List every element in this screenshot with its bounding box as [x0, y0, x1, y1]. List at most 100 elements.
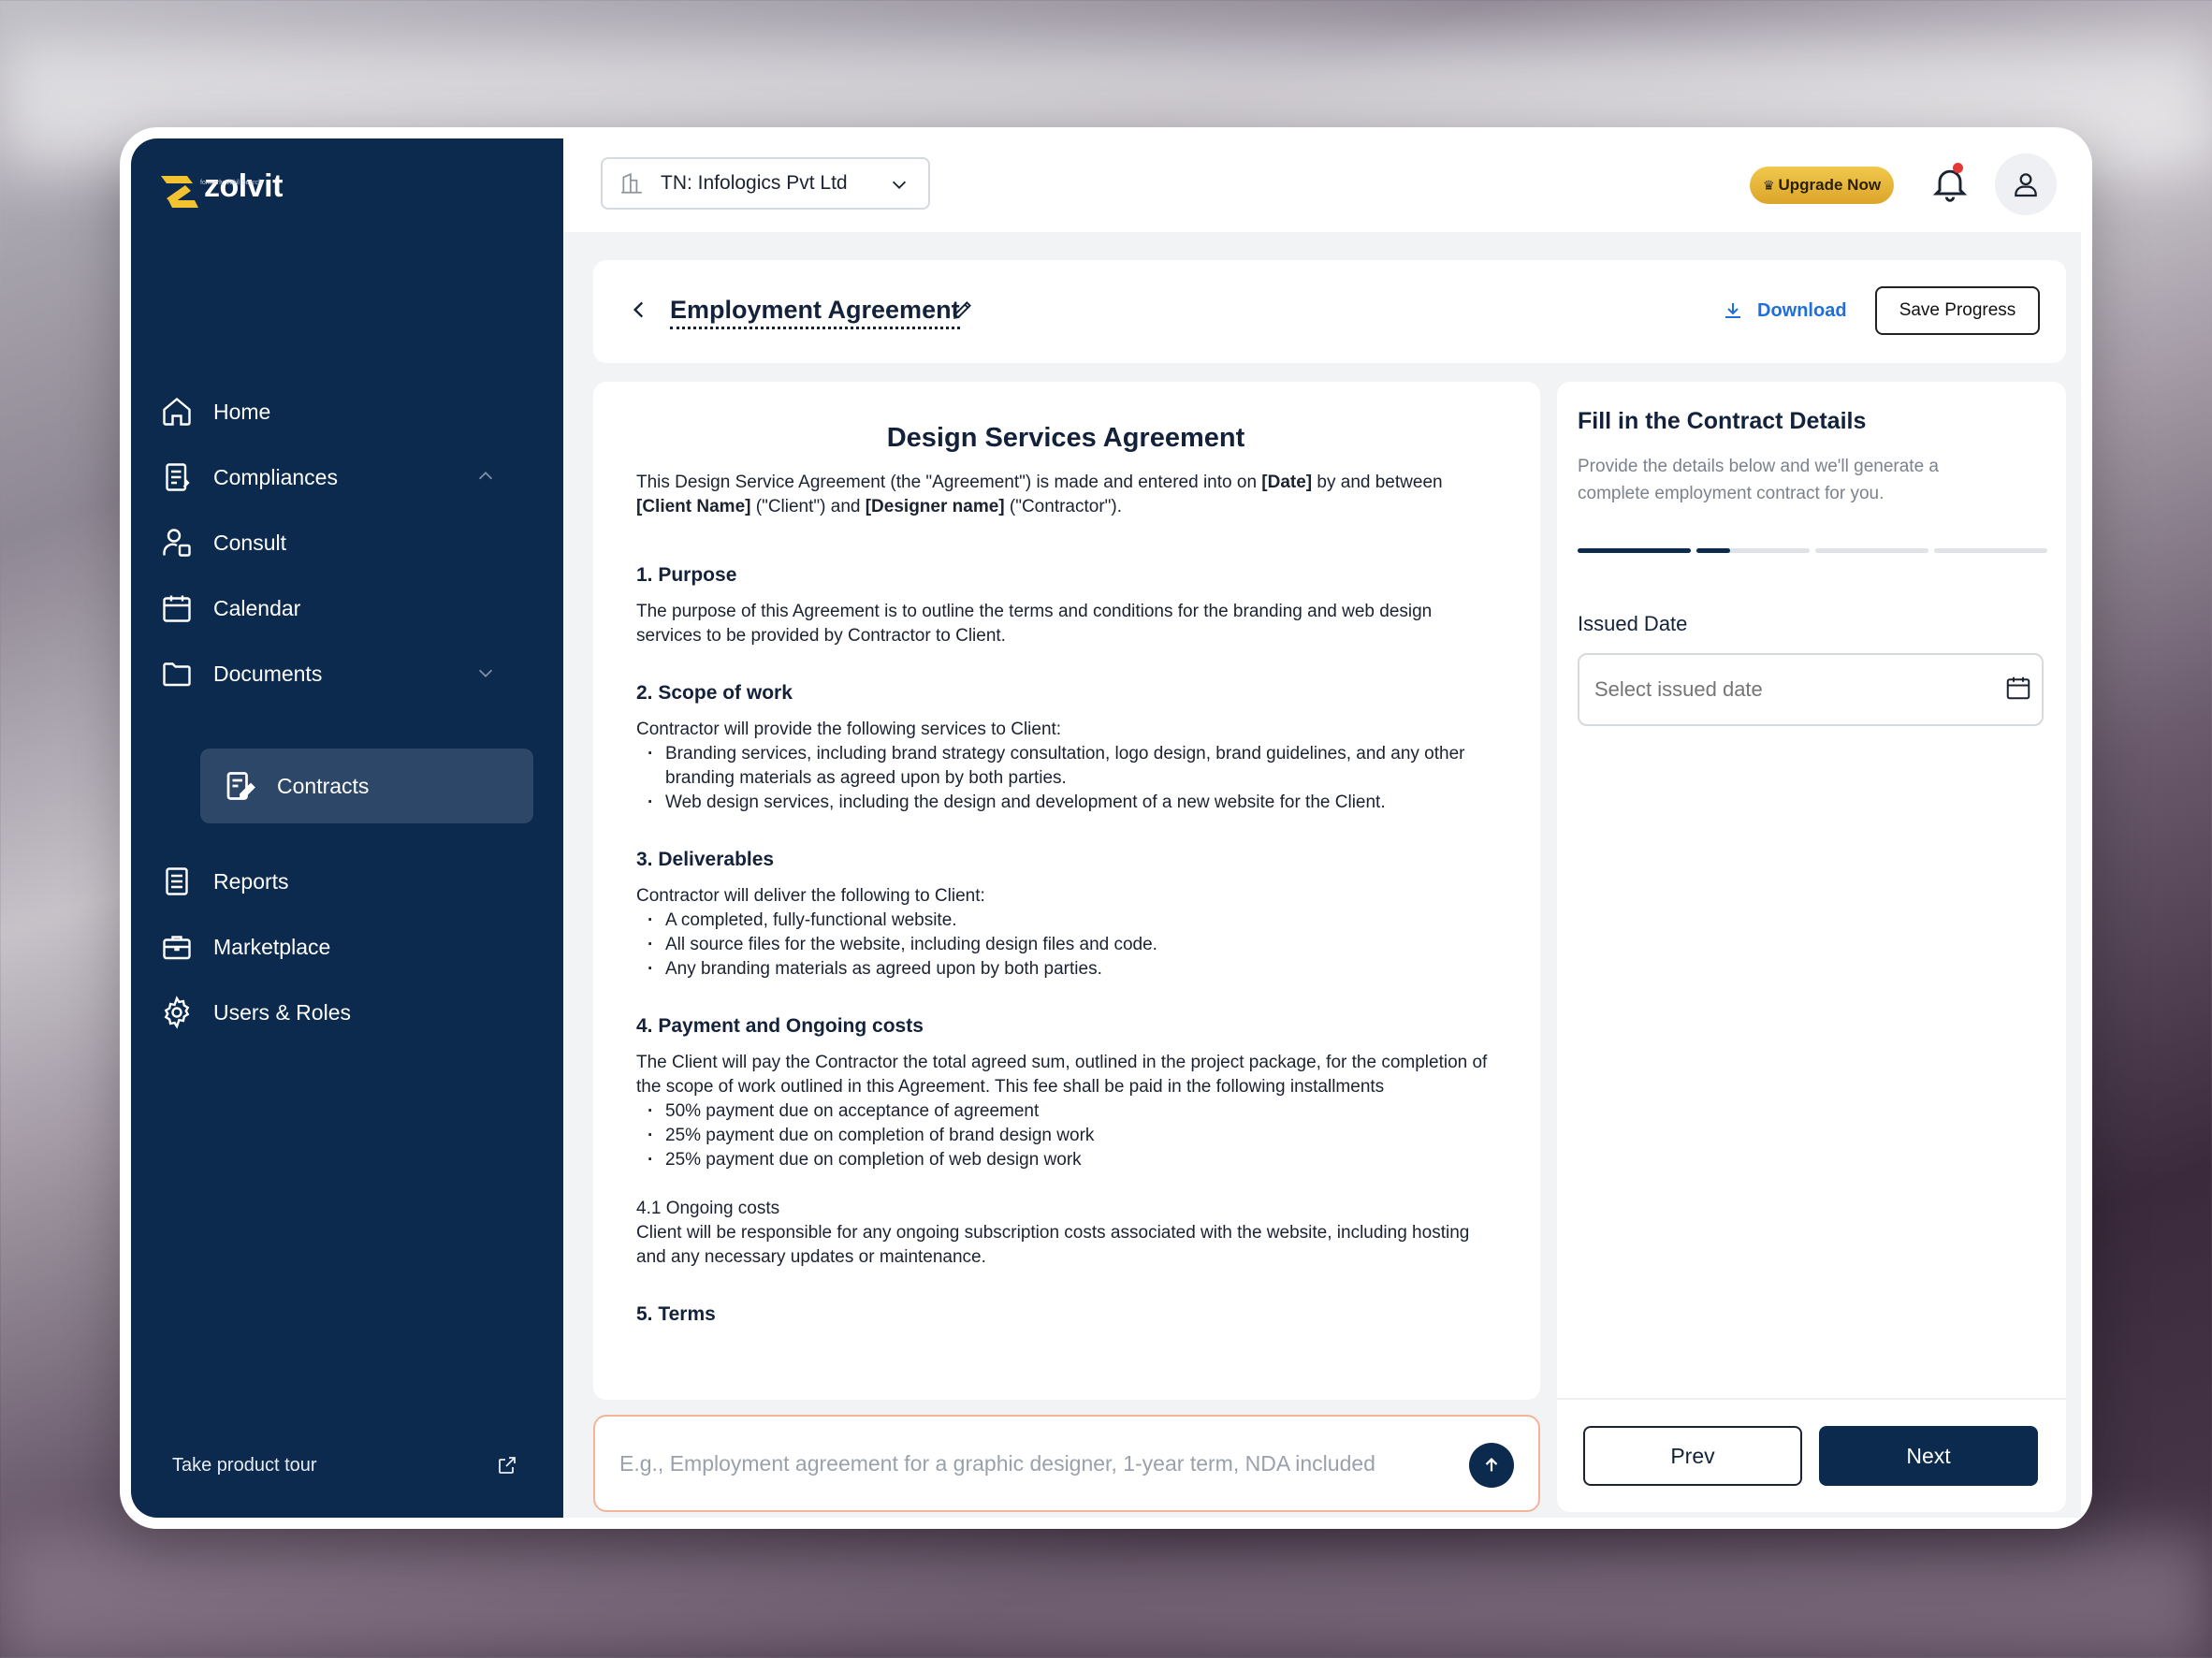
- section-heading: 2. Scope of work: [636, 682, 793, 704]
- external-link-icon: [499, 1457, 516, 1474]
- section-text: The purpose of this Agreement is to outl…: [636, 602, 1433, 646]
- list-item: 25% payment due on completion of web des…: [648, 1148, 1495, 1172]
- document-heading: Design Services Agreement: [886, 423, 1245, 453]
- download-label: Download: [1757, 299, 1847, 321]
- gear-icon: [159, 995, 195, 1030]
- prev-button[interactable]: Prev: [1583, 1426, 1802, 1486]
- chevron-down-icon[interactable]: [475, 662, 496, 683]
- background-streak: [0, 1534, 2212, 1658]
- sidebar-item-label: Reports: [213, 868, 289, 894]
- document-intro: This Design Service Agreement (the "Agre…: [636, 471, 1495, 519]
- app-window: zolvit formerly Vakil Search Home Compli…: [120, 127, 2092, 1529]
- intro-text: ("Contractor").: [1004, 497, 1123, 516]
- placeholder-date: [Date]: [1261, 473, 1313, 492]
- sidebar-item-consult[interactable]: Consult: [159, 515, 533, 571]
- section-heading: 3. Deliverables: [636, 849, 775, 870]
- list-item: Web design services, including the desig…: [648, 791, 1495, 815]
- download-button[interactable]: Download: [1722, 299, 1847, 322]
- briefcase-icon: [159, 929, 195, 965]
- sidebar-item-marketplace[interactable]: Marketplace: [159, 919, 533, 975]
- contract-details-panel: Fill in the Contract Details Provide the…: [1557, 382, 2066, 1512]
- company-name: TN: Infologics Pvt Ltd: [661, 172, 848, 194]
- notification-dot: [1953, 163, 1963, 173]
- home-icon: [159, 394, 195, 429]
- sidebar-item-compliances[interactable]: Compliances: [159, 449, 533, 505]
- section-heading: 5. Terms: [636, 1303, 716, 1325]
- step-progress: [1578, 548, 2047, 554]
- arrow-up-icon: [1485, 1458, 1498, 1472]
- pencil-icon[interactable]: [951, 298, 975, 322]
- brand-logo[interactable]: zolvit: [159, 170, 283, 213]
- scroll-fade: [593, 1385, 1540, 1400]
- chevron-down-icon: [892, 181, 907, 189]
- product-tour-label: Take product tour: [172, 1454, 317, 1476]
- panel-description: Provide the details below and we'll gene…: [1578, 457, 1939, 503]
- section-heading: 1. Purpose: [636, 564, 737, 586]
- document-preview: Design Services Agreement This Design Se…: [593, 382, 1540, 1400]
- report-icon: [159, 864, 195, 899]
- section-text: Client will be responsible for any ongoi…: [636, 1223, 1470, 1267]
- sidebar-item-users-roles[interactable]: Users & Roles: [159, 984, 533, 1040]
- intro-text: by and between: [1312, 473, 1443, 492]
- list-item: 25% payment due on completion of brand d…: [648, 1124, 1495, 1148]
- company-selector[interactable]: TN: Infologics Pvt Ltd: [601, 157, 930, 210]
- chevron-up-icon[interactable]: [475, 466, 496, 487]
- user-icon: [2015, 173, 2037, 197]
- upgrade-label: Upgrade Now: [1778, 176, 1882, 194]
- panel-footer: Prev Next: [1557, 1398, 2066, 1512]
- sidebar-item-label: Consult: [213, 530, 286, 555]
- bullet-list: 50% payment due on acceptance of agreeme…: [636, 1099, 1495, 1172]
- main-content: TN: Infologics Pvt Ltd ♛ Upgrade Now Emp…: [563, 138, 2081, 1518]
- calendar-icon: [159, 590, 195, 626]
- document-title[interactable]: Employment Agreement: [670, 296, 960, 329]
- sidebar-item-label: Home: [213, 399, 271, 424]
- bullet-list: A completed, fully-functional website. A…: [636, 909, 1495, 982]
- sidebar-item-reports[interactable]: Reports: [159, 853, 533, 909]
- save-progress-button[interactable]: Save Progress: [1875, 286, 2040, 335]
- list-item: 50% payment due on acceptance of agreeme…: [648, 1099, 1495, 1124]
- zolvit-logo-icon: [161, 176, 198, 208]
- avatar[interactable]: [1995, 153, 2057, 215]
- brand-tagline: formerly Vakil Search: [200, 180, 263, 186]
- prompt-placeholder: E.g., Employment agreement for a graphic…: [619, 1450, 1375, 1476]
- issued-date-label: Issued Date: [1578, 612, 1688, 635]
- sidebar-item-calendar[interactable]: Calendar: [159, 580, 533, 636]
- progress-step: [1934, 548, 2047, 553]
- consult-icon: [159, 525, 195, 560]
- contract-edit-icon: [226, 772, 255, 800]
- back-arrow-icon[interactable]: [627, 298, 651, 322]
- building-icon: [621, 172, 642, 194]
- sidebar: zolvit formerly Vakil Search Home Compli…: [131, 138, 563, 1518]
- calendar-icon[interactable]: [2004, 674, 2032, 702]
- list-item: All source files for the website, includ…: [648, 933, 1495, 957]
- folder-icon: [159, 656, 195, 691]
- next-button[interactable]: Next: [1819, 1426, 2038, 1486]
- sidebar-item-label: Users & Roles: [213, 999, 351, 1025]
- issued-date-input[interactable]: [1578, 653, 2044, 726]
- sidebar-item-home[interactable]: Home: [159, 384, 533, 440]
- download-icon: [1725, 303, 1740, 318]
- sidebar-item-documents[interactable]: Documents: [159, 646, 533, 702]
- intro-text: ("Client") and: [750, 497, 866, 516]
- subsection-heading: 4.1 Ongoing costs: [636, 1199, 780, 1218]
- list-item: A completed, fully-functional website.: [648, 909, 1495, 933]
- sidebar-item-label: Documents: [213, 661, 323, 686]
- sidebar-item-label: Marketplace: [213, 934, 331, 959]
- progress-step: [1815, 548, 1928, 553]
- product-tour-link[interactable]: Take product tour: [172, 1454, 518, 1476]
- bell-icon[interactable]: [1929, 163, 1971, 204]
- panel-title: Fill in the Contract Details: [1578, 408, 1867, 434]
- send-button[interactable]: [1469, 1443, 1514, 1488]
- clipboard-icon: [159, 459, 195, 495]
- sidebar-item-label: Compliances: [213, 464, 338, 489]
- section-text: Contractor will provide the following se…: [636, 720, 1062, 739]
- progress-step-fill: [1578, 548, 1691, 553]
- intro-text: This Design Service Agreement (the "Agre…: [636, 473, 1262, 492]
- placeholder-designer: [Designer name]: [865, 497, 1005, 516]
- upgrade-button[interactable]: ♛ Upgrade Now: [1750, 167, 1894, 204]
- sidebar-item-contracts[interactable]: Contracts: [200, 749, 533, 823]
- prompt-input[interactable]: E.g., Employment agreement for a graphic…: [593, 1415, 1540, 1512]
- section-heading: 4. Payment and Ongoing costs: [636, 1015, 924, 1037]
- crown-icon: ♛: [1762, 177, 1775, 193]
- bullet-list: Branding services, including brand strat…: [636, 742, 1495, 815]
